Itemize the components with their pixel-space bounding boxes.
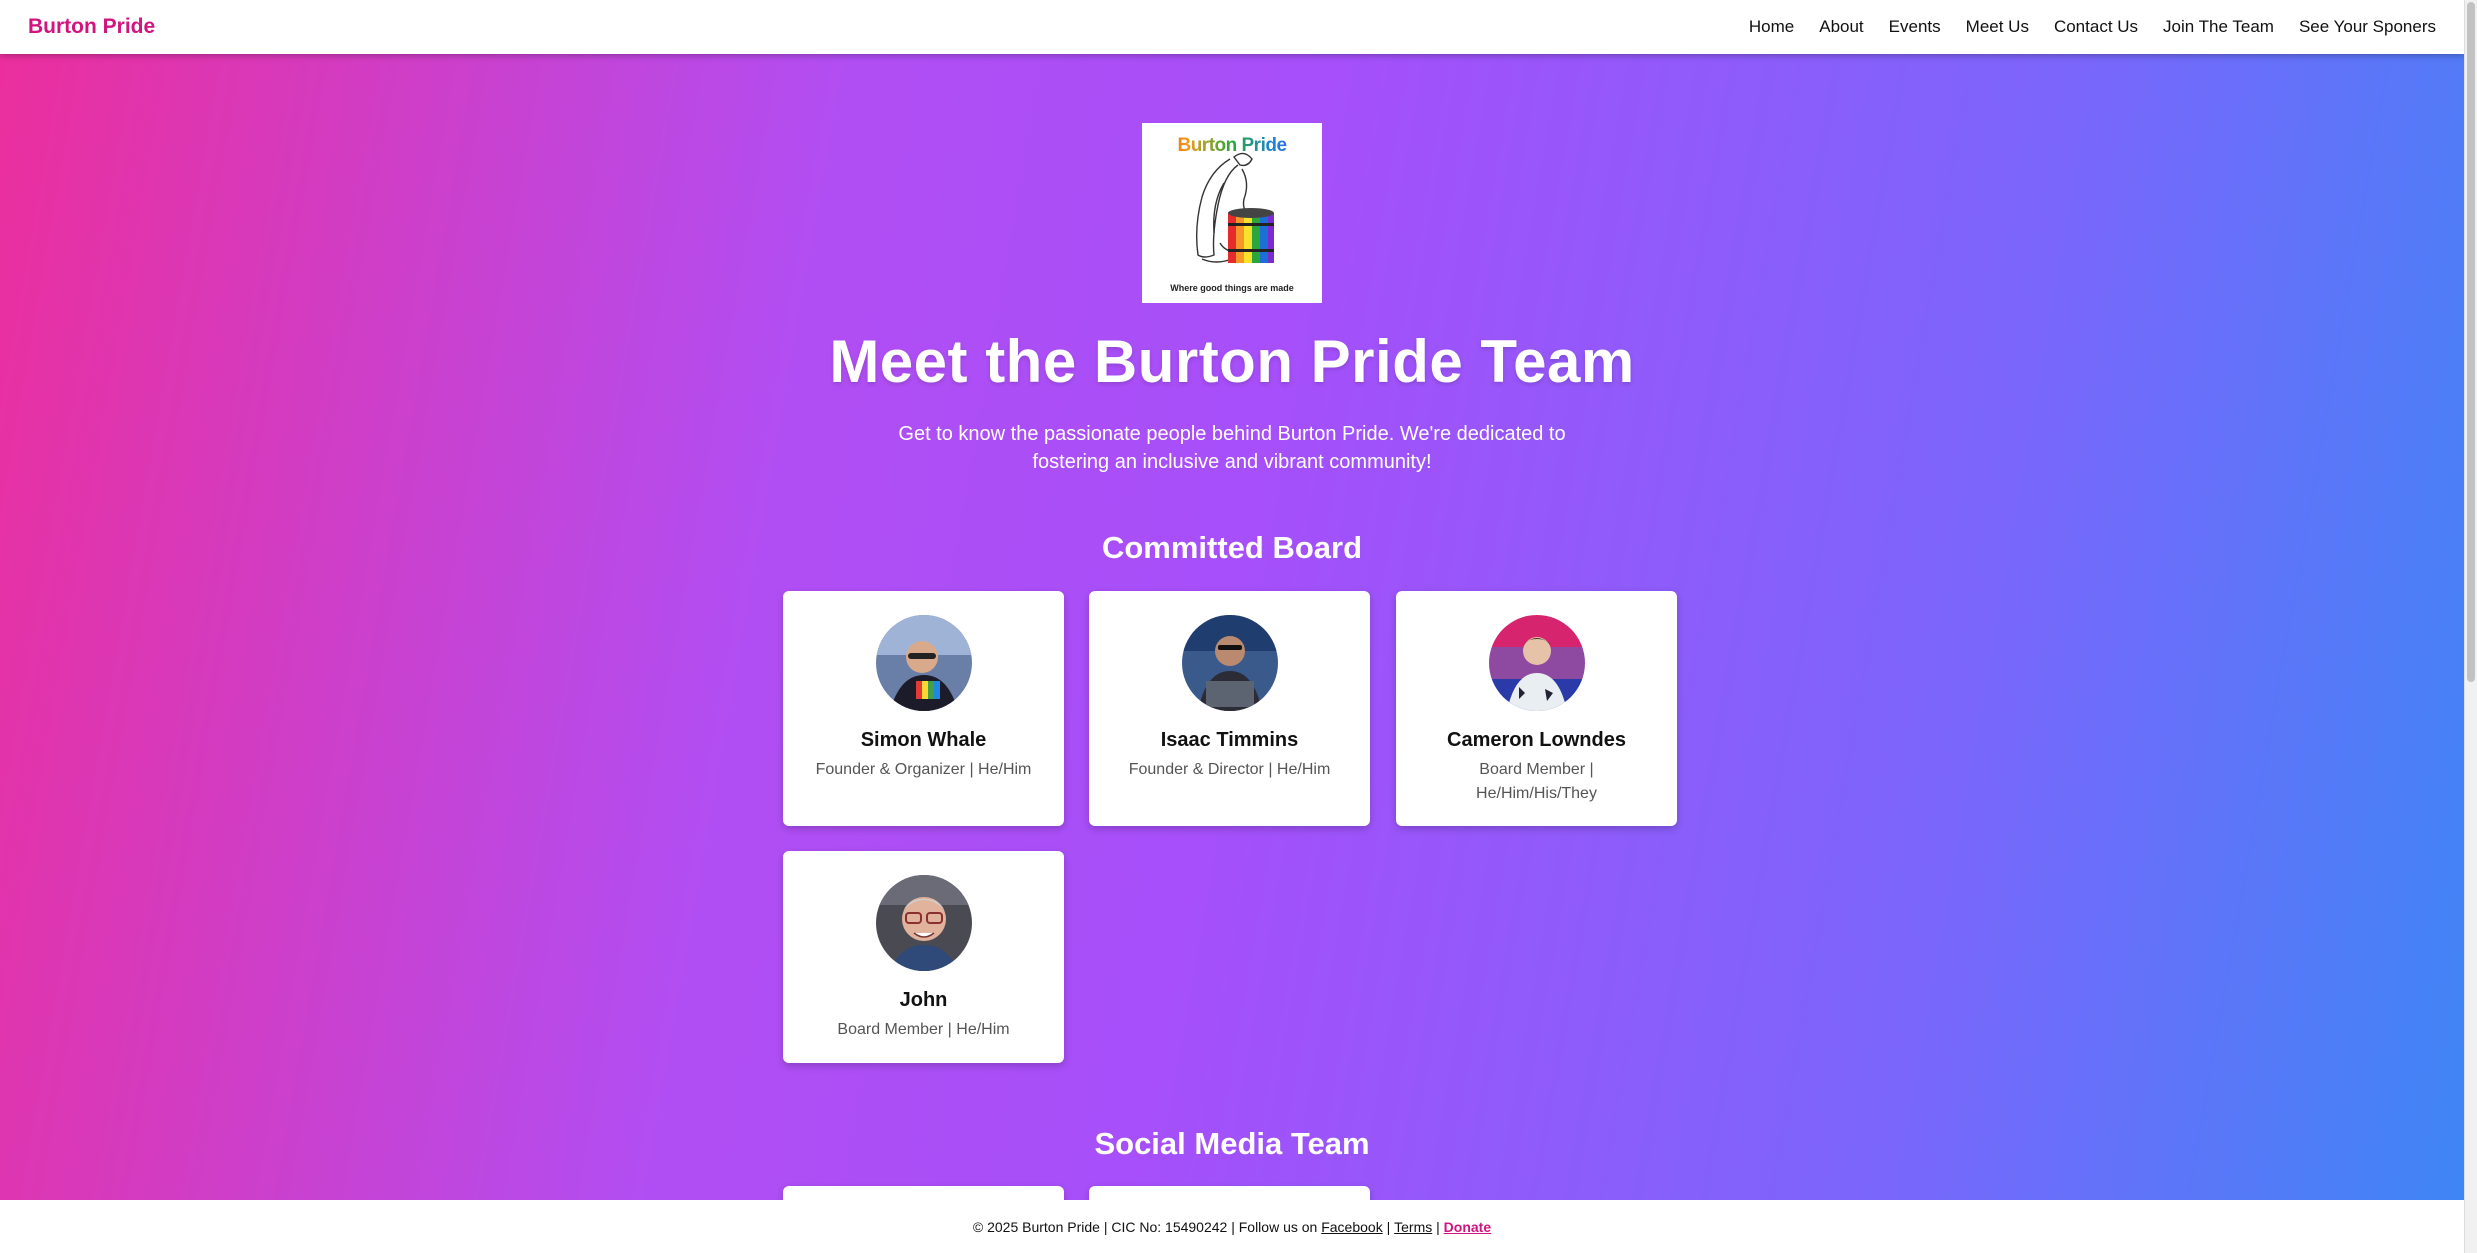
donate-link[interactable]: Donate	[1444, 1219, 1491, 1235]
top-navbar: Burton Pride Home About Events Meet Us C…	[0, 0, 2464, 54]
avatar	[875, 875, 972, 971]
team-card: Isaac Timmins Founder & Director | He/Hi…	[1089, 591, 1370, 826]
member-role: Founder & Organizer | He/Him	[815, 761, 1032, 778]
member-name: John	[899, 989, 948, 1011]
team-card: John Board Member | He/Him	[783, 851, 1064, 1063]
section-title-social-media: Social Media Team	[1094, 1126, 1370, 1161]
vertical-scrollbar[interactable]	[2464, 0, 2477, 1253]
member-name: Cameron Lowndes	[1447, 729, 1626, 751]
team-card: Cameron Lowndes Board Member | He/Him/Hi…	[1396, 591, 1677, 826]
section-title-board: Committed Board	[1101, 530, 1363, 565]
nav-sponsors[interactable]: See Your Sponers	[2299, 17, 2436, 37]
member-role: Board Member | He/Him/His/They	[1476, 761, 1597, 802]
nav-join-the-team[interactable]: Join The Team	[2163, 17, 2274, 37]
page-background: Burton Pride Home About Events Meet Us C…	[0, 0, 2464, 1253]
scrollbar-thumb[interactable]	[2467, 2, 2475, 682]
avatar	[1488, 615, 1585, 711]
footer-copyright: © 2025 Burton Pride | CIC No: 15490242 |…	[972, 1218, 1318, 1235]
burton-pride-logo: Burton Pride Where good things are made	[1142, 123, 1322, 303]
hero: Burton Pride Where good things are made …	[0, 0, 2464, 476]
brand-link[interactable]: Burton Pride	[28, 15, 155, 39]
page-title: Meet the Burton Pride Team	[829, 328, 1635, 395]
logo-title: Burton Pride	[1142, 135, 1322, 157]
footer-separator: |	[1436, 1218, 1440, 1235]
nav-events[interactable]: Events	[1889, 17, 1941, 37]
intro-text: Get to know the passionate people behind…	[898, 423, 1566, 473]
member-name: Simon Whale	[860, 729, 987, 751]
team-card: Simon Whale Founder & Organizer | He/Him	[783, 591, 1064, 826]
avatar	[1181, 615, 1278, 711]
logo-tagline: Where good things are made	[1170, 283, 1294, 293]
member-role: Board Member | He/Him	[837, 1021, 1010, 1038]
member-role: Founder & Director | He/Him	[1128, 761, 1331, 778]
nav-links: Home About Events Meet Us Contact Us Joi…	[1749, 17, 2436, 37]
facebook-link[interactable]: Facebook	[1321, 1219, 1382, 1235]
nav-meet-us[interactable]: Meet Us	[1966, 17, 2029, 37]
terms-link[interactable]: Terms	[1394, 1219, 1432, 1235]
avatar	[875, 615, 972, 711]
nav-home[interactable]: Home	[1749, 17, 1794, 37]
nav-contact-us[interactable]: Contact Us	[2054, 17, 2138, 37]
footer: © 2025 Burton Pride | CIC No: 15490242 |…	[0, 1200, 2464, 1253]
nav-about[interactable]: About	[1819, 17, 1863, 37]
member-name: Isaac Timmins	[1160, 729, 1299, 751]
footer-separator: |	[1386, 1218, 1391, 1235]
